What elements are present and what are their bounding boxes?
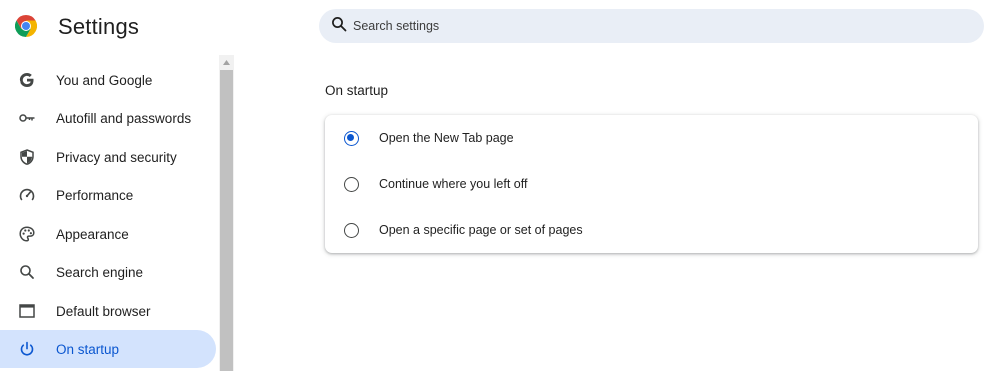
sidebar-item-appearance[interactable]: Appearance — [0, 215, 216, 253]
power-icon — [17, 339, 37, 359]
search-icon — [331, 16, 347, 37]
scroll-up-arrow-icon[interactable] — [219, 55, 234, 69]
radio-button[interactable] — [344, 222, 359, 238]
scrollbar-thumb[interactable] — [220, 70, 233, 371]
sidebar-item-label: You and Google — [56, 72, 153, 88]
sidebar-item-performance[interactable]: Performance — [0, 176, 216, 214]
startup-option-specific-pages[interactable]: Open a specific page or set of pages — [325, 207, 978, 253]
palette-icon — [17, 224, 37, 244]
shield-icon — [17, 147, 37, 167]
sidebar-item-default-browser[interactable]: Default browser — [0, 292, 216, 330]
radio-label: Continue where you left off — [379, 177, 528, 191]
search-box[interactable] — [319, 9, 984, 43]
sidebar-item-label: Performance — [56, 187, 134, 203]
sidebar-scrollbar[interactable] — [219, 55, 234, 371]
google-g-icon — [17, 70, 37, 90]
sidebar-nav: You and Google Autofill and passwords Pr… — [0, 55, 218, 371]
chrome-logo-icon — [14, 14, 38, 37]
startup-option-new-tab[interactable]: Open the New Tab page — [325, 115, 978, 161]
sidebar-item-label: On startup — [56, 341, 120, 357]
sidebar-item-on-startup[interactable]: On startup — [0, 330, 216, 368]
startup-options-card: Open the New Tab page Continue where you… — [325, 115, 978, 253]
sidebar-item-privacy[interactable]: Privacy and security — [0, 138, 216, 176]
radio-button[interactable] — [344, 176, 359, 192]
browser-window-icon — [17, 301, 37, 321]
sidebar-item-label: Search engine — [56, 264, 144, 280]
sidebar-item-label: Privacy and security — [56, 149, 177, 165]
startup-option-continue[interactable]: Continue where you left off — [325, 161, 978, 207]
search-icon — [17, 262, 37, 282]
sidebar-item-you-and-google[interactable]: You and Google — [0, 61, 216, 99]
section-title: On startup — [325, 83, 389, 98]
search-input[interactable] — [353, 19, 913, 33]
key-icon — [17, 108, 37, 128]
sidebar-item-label: Autofill and passwords — [56, 110, 192, 126]
sidebar-item-autofill[interactable]: Autofill and passwords — [0, 99, 216, 137]
sidebar-item-search-engine[interactable]: Search engine — [0, 253, 216, 291]
radio-label: Open the New Tab page — [379, 131, 514, 145]
sidebar-item-label: Default browser — [56, 303, 151, 319]
app-title: Settings — [58, 14, 140, 39]
sidebar-item-label: Appearance — [56, 226, 129, 242]
radio-button-checked[interactable] — [344, 130, 359, 146]
radio-label: Open a specific page or set of pages — [379, 223, 583, 237]
speedometer-icon — [17, 185, 37, 205]
